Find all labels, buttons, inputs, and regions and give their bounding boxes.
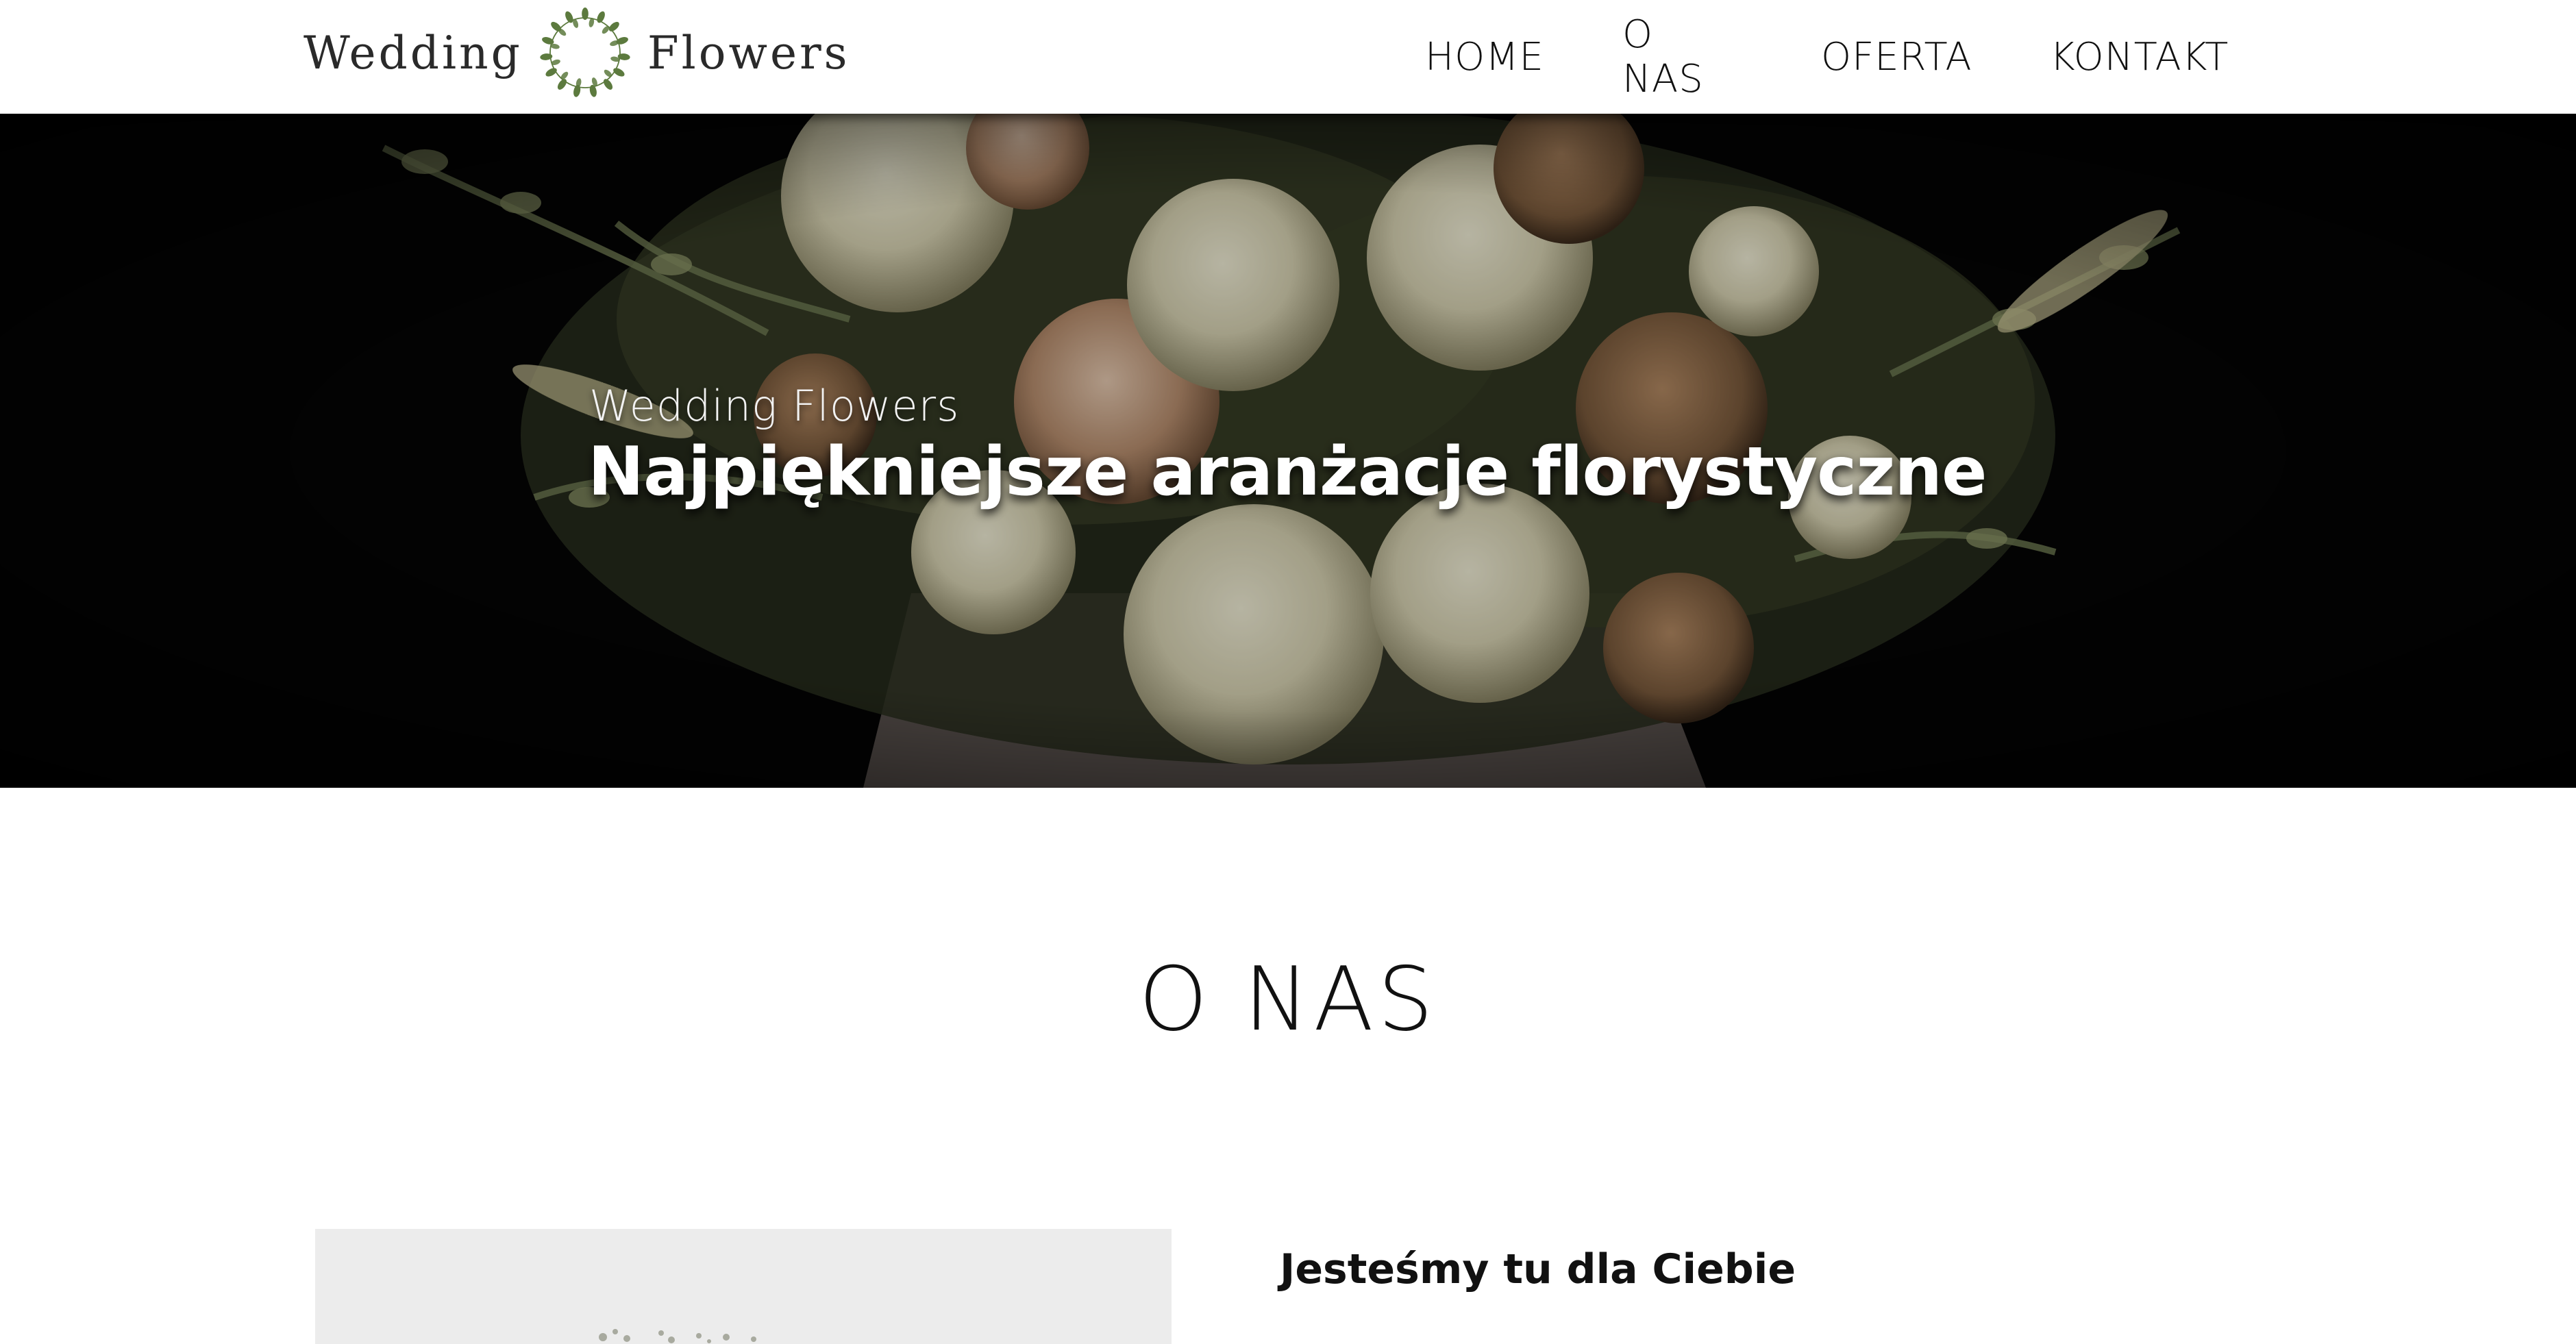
nav-home[interactable]: HOME xyxy=(1425,35,1544,79)
site-header: Wedding Flowers HOME O NAS OFERTA KONTAK… xyxy=(0,0,2576,114)
nav-kontakt[interactable]: KONTAKT xyxy=(2050,35,2229,79)
about-photo-art xyxy=(315,1229,1172,1344)
hero-banner: Wedding Flowers Najpiękniejsze aranżacje… xyxy=(0,114,2576,788)
laurel-wreath-icon xyxy=(540,8,630,97)
about-photo xyxy=(315,1229,1172,1344)
nav-o-nas[interactable]: O NAS xyxy=(1622,12,1704,101)
about-section-title: O NAS xyxy=(1139,949,1437,1051)
site-logo[interactable]: Wedding Flowers xyxy=(304,1,847,104)
hero-title: Najpiękniejsze aranżacje florystyczne xyxy=(588,433,1987,511)
logo-word-flowers: Flowers xyxy=(647,26,850,79)
logo-word-wedding: Wedding xyxy=(304,26,523,79)
hero-eyebrow: Wedding Flowers xyxy=(589,381,960,431)
about-heading: Jesteśmy tu dla Ciebie xyxy=(1280,1245,1796,1293)
nav-oferta[interactable]: OFERTA xyxy=(1821,35,1972,79)
